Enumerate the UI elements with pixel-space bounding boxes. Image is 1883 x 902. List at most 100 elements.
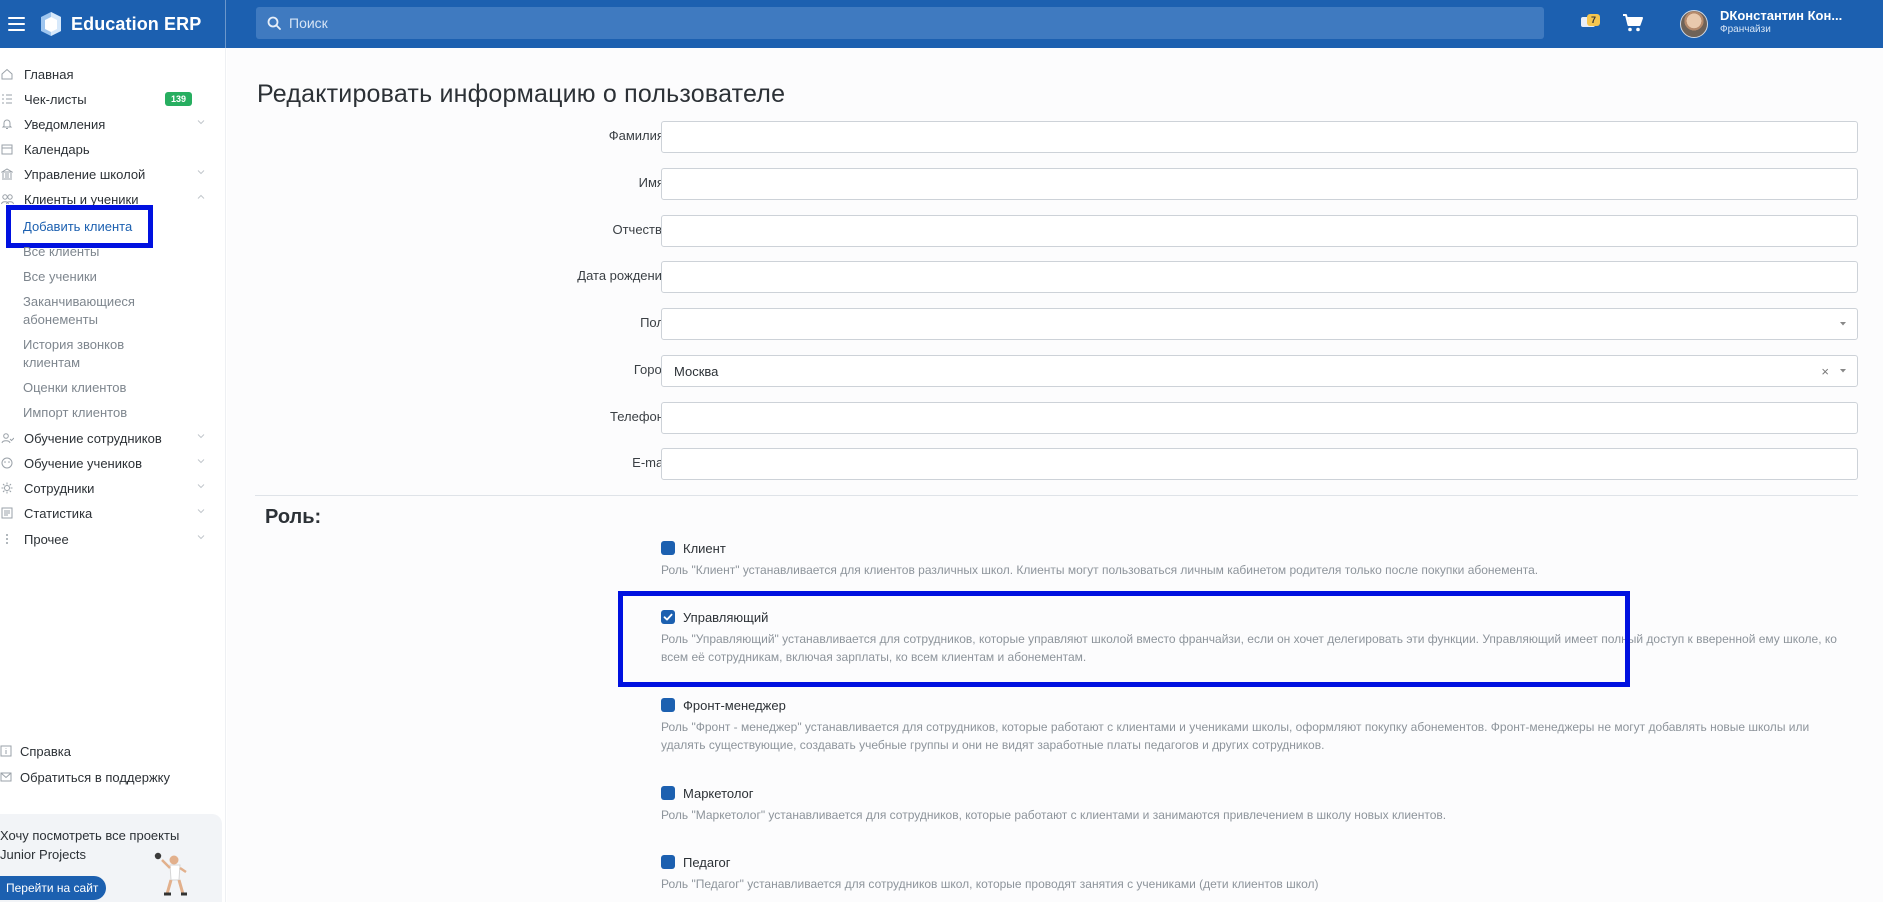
user-name[interactable]: DКонстантин Кон...: [1720, 8, 1860, 23]
highlight-box-manager: [618, 591, 1630, 687]
role-client-checkbox[interactable]: [661, 541, 675, 555]
sidebar-item-notifications[interactable]: Уведомления: [0, 113, 210, 135]
chevron-down-icon: [197, 509, 205, 514]
chevron-down-icon: [197, 120, 205, 125]
help-icon: [0, 745, 12, 757]
school-icon: [0, 167, 14, 181]
sidebar-item-label: Чек-листы: [24, 91, 87, 107]
chevron-down-icon: [197, 170, 205, 175]
first-name-input[interactable]: [661, 168, 1858, 200]
sub-item-import-clients[interactable]: Импорт клиентов: [23, 404, 183, 422]
sidebar-item-employees[interactable]: Сотрудники: [0, 477, 210, 499]
role-front-manager-toggle[interactable]: Фронт-менеджер: [661, 696, 1861, 714]
search-bar[interactable]: [256, 7, 1544, 39]
sidebar-item-label: Статистика: [24, 505, 93, 521]
form-row-first-name: Имя*: [227, 168, 1883, 200]
student-training-icon: [0, 456, 14, 470]
clear-icon[interactable]: ×: [1821, 364, 1829, 379]
search-input[interactable]: [289, 15, 1489, 31]
app-title[interactable]: Education ERP: [71, 14, 201, 35]
form-row-birth-date: Дата рождения: [227, 261, 1883, 293]
sidebar-item-statistics[interactable]: Статистика: [0, 502, 210, 524]
help-link[interactable]: Справка: [0, 741, 71, 761]
email-input[interactable]: [661, 448, 1858, 480]
support-label: Обратиться в поддержку: [20, 769, 170, 785]
role-name: Клиент: [683, 540, 726, 556]
role-teacher-toggle[interactable]: Педагог: [661, 853, 1861, 871]
role-client: Клиент Роль "Клиент" устанавливается для…: [661, 539, 1861, 579]
form-row-gender: Пол*: [227, 308, 1883, 340]
role-front-manager-checkbox[interactable]: [661, 698, 675, 712]
sidebar-item-label: Прочее: [24, 531, 69, 547]
bell-icon: [0, 117, 14, 131]
promo-button[interactable]: Перейти на сайт: [0, 876, 107, 900]
role-name: Педагог: [683, 854, 731, 870]
sub-item-expiring-subscriptions[interactable]: Заканчивающиеся абонементы: [23, 293, 153, 329]
employees-icon: [0, 481, 14, 495]
sidebar-item-label: Уведомления: [24, 116, 106, 132]
field-label: Фамилия*: [608, 128, 669, 143]
sidebar-item-school-management[interactable]: Управление школой: [0, 163, 210, 185]
sidebar-item-more[interactable]: Прочее: [0, 528, 210, 550]
users-icon: [0, 192, 14, 206]
menu-icon[interactable]: [8, 17, 28, 31]
form-row-email: E-mail: [227, 448, 1883, 480]
brand: Education ERP: [0, 0, 226, 48]
top-bar: Education ERP 7 DКонстантин Кон... Франч…: [0, 0, 1883, 48]
sidebar-item-home[interactable]: Главная: [0, 63, 210, 85]
sub-item-all-students[interactable]: Все ученики: [23, 268, 183, 286]
sidebar-item-label: Календарь: [24, 141, 90, 157]
highlight-box-add-client: [6, 205, 153, 248]
birth-date-input[interactable]: [661, 261, 1858, 293]
support-link[interactable]: Обратиться в поддержку: [0, 767, 170, 787]
role-marketer-toggle[interactable]: Маркетолог: [661, 784, 1861, 802]
sidebar-item-checklists[interactable]: Чек-листы 139: [0, 88, 210, 110]
patronymic-input[interactable]: [661, 215, 1858, 247]
staff-training-icon: [0, 431, 14, 445]
help-label: Справка: [20, 743, 71, 759]
role-description: Роль "Педагог" устанавливается для сотру…: [661, 877, 1319, 891]
cart-icon: [1623, 14, 1643, 32]
search-icon: [267, 16, 281, 30]
stats-icon: [0, 506, 14, 520]
mail-icon: [0, 772, 12, 782]
role-marketer: Маркетолог Роль "Маркетолог" устанавлива…: [661, 784, 1861, 824]
sub-item-call-history[interactable]: История звонков клиентам: [23, 336, 153, 372]
role-teacher: Педагог Роль "Педагог" устанавливается д…: [661, 853, 1861, 893]
avatar[interactable]: [1680, 10, 1708, 38]
sidebar-item-calendar[interactable]: Календарь: [0, 138, 210, 160]
cart-button[interactable]: [1622, 13, 1644, 36]
sub-item-client-ratings[interactable]: Оценки клиентов: [23, 379, 183, 397]
role-name: Фронт-менеджер: [683, 697, 786, 713]
sidebar-item-label: Управление школой: [24, 166, 146, 182]
sidebar-item-staff-training[interactable]: Обучение сотрудников: [0, 427, 210, 449]
role-description: Роль "Фронт - менеджер" устанавливается …: [661, 720, 1810, 752]
promo-card: Хочу посмотреть все проекты Junior Proje…: [0, 814, 222, 902]
more-icon: [0, 532, 14, 546]
chevron-down-icon: [197, 434, 205, 439]
page-title: Редактировать информацию о пользователе: [257, 80, 786, 108]
role-front-manager: Фронт-менеджер Роль "Фронт - менеджер" у…: [661, 696, 1861, 754]
role-marketer-checkbox[interactable]: [661, 786, 675, 800]
notifications-badge: 7: [1587, 14, 1601, 26]
chevron-down-icon: [197, 484, 205, 489]
role-description: Роль "Маркетолог" устанавливается для со…: [661, 808, 1447, 822]
phone-input[interactable]: [661, 402, 1858, 434]
form-row-city: Город Москва ×: [227, 355, 1883, 387]
user-role: Франчайзи: [1720, 24, 1771, 35]
sub-item-all-clients[interactable]: Все клиенты: [23, 243, 183, 261]
city-select[interactable]: Москва ×: [661, 355, 1858, 387]
gender-select[interactable]: [661, 308, 1858, 340]
sidebar-item-label: Главная: [24, 66, 74, 82]
form-row-last-name: Фамилия*: [227, 121, 1883, 153]
chevron-down-icon: [197, 535, 205, 540]
role-client-toggle[interactable]: Клиент: [661, 539, 1861, 557]
role-name: Маркетолог: [683, 785, 754, 801]
caret-down-icon: [1840, 369, 1846, 373]
sidebar-item-student-training[interactable]: Обучение учеников: [0, 452, 210, 474]
logo-icon: [38, 10, 64, 38]
section-divider: [255, 495, 1858, 496]
role-teacher-checkbox[interactable]: [661, 855, 675, 869]
last-name-input[interactable]: [661, 121, 1858, 153]
notifications-button[interactable]: 7: [1580, 12, 1602, 34]
